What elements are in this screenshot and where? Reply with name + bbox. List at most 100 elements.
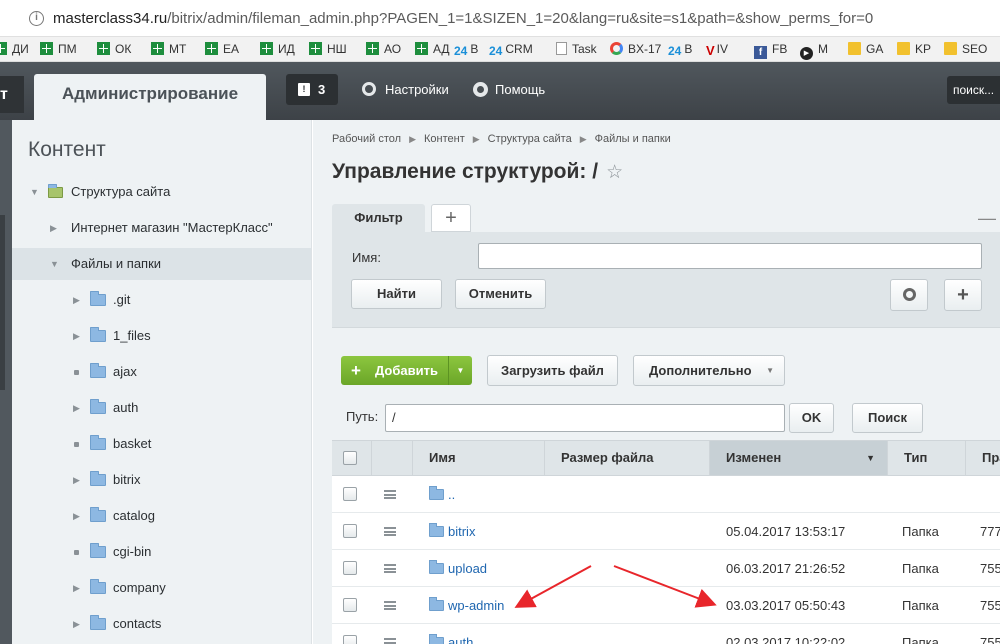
expanded-arrow-icon[interactable]: ▼ <box>30 176 39 208</box>
bookmark-item[interactable]: МТ <box>151 41 186 58</box>
sidebar-item-files-folders[interactable]: ▼ Файлы и папки <box>12 248 311 280</box>
filter-settings-button[interactable] <box>890 279 928 311</box>
sidebar-item-folder[interactable]: ▶ company <box>12 572 311 604</box>
bookmark-item[interactable]: ДИ <box>0 41 29 58</box>
select-all-checkbox[interactable] <box>343 451 357 465</box>
row-menu-icon[interactable] <box>384 601 396 610</box>
row-menu-icon[interactable] <box>384 638 396 644</box>
add-dropdown-arrow-icon[interactable]: ▼ <box>448 356 472 385</box>
bookmark-item[interactable]: ▶ M <box>800 41 828 60</box>
row-checkbox[interactable] <box>343 598 357 612</box>
bookmark-item[interactable]: 24 CRM <box>489 41 533 58</box>
notifications-button[interactable]: ! 3 <box>286 74 338 105</box>
column-name[interactable]: Имя <box>412 441 544 475</box>
help-link[interactable]: Помощь <box>473 82 545 97</box>
google-icon <box>610 42 623 55</box>
breadcrumb-item[interactable]: Структура сайта <box>488 133 572 145</box>
breadcrumb-item[interactable]: Файлы и папки <box>595 133 671 145</box>
address-bar[interactable]: i masterclass34.ru/bitrix/admin/fileman_… <box>0 0 1000 37</box>
sidebar-item-folder[interactable]: ▶ auth <box>12 392 311 424</box>
bookmark-item[interactable]: 24 В <box>668 41 692 58</box>
table-row[interactable]: .. <box>332 476 1000 513</box>
expanded-arrow-icon[interactable]: ▼ <box>50 248 59 280</box>
filter-add-button[interactable]: + <box>944 279 982 311</box>
sidebar-item-folder[interactable]: ▶ .git <box>12 284 311 316</box>
upload-file-button[interactable]: Загрузить файл <box>487 355 618 386</box>
collapse-filter-icon[interactable]: — <box>978 208 996 229</box>
bookmark-item[interactable]: GA <box>848 41 883 58</box>
table-row[interactable]: auth 02.03.2017 10:22:02 Папка 755 <box>332 624 1000 644</box>
sidebar-item-folder[interactable]: ▶ 1_files <box>12 320 311 352</box>
file-name-link[interactable]: upload <box>448 550 487 587</box>
tab-site[interactable]: т <box>0 76 24 113</box>
sidebar-item-folder[interactable]: ▶ catalog <box>12 500 311 532</box>
path-input[interactable]: / <box>385 404 785 432</box>
collapsed-arrow-icon[interactable]: ▶ <box>73 464 80 496</box>
add-filter-tab-button[interactable]: + <box>431 204 471 232</box>
find-button[interactable]: Найти <box>351 279 442 309</box>
sidebar-item-folder[interactable]: ▶ contacts <box>12 608 311 640</box>
row-checkbox[interactable] <box>343 561 357 575</box>
bookmark-item[interactable]: V IV <box>706 41 728 58</box>
table-row[interactable]: upload 06.03.2017 21:26:52 Папка 755 <box>332 550 1000 587</box>
add-button[interactable]: + Добавить ▼ <box>341 356 472 385</box>
collapsed-arrow-icon[interactable]: ▶ <box>73 320 80 352</box>
bookmark-item[interactable]: АД <box>415 41 450 58</box>
breadcrumb-item[interactable]: Рабочий стол <box>332 133 401 145</box>
tab-filter[interactable]: Фильтр <box>332 204 425 234</box>
url-text[interactable]: masterclass34.ru/bitrix/admin/fileman_ad… <box>53 10 873 27</box>
file-name-link[interactable]: wp-admin <box>448 587 504 624</box>
filter-name-input[interactable] <box>478 243 982 269</box>
file-name-link[interactable]: .. <box>448 476 455 513</box>
breadcrumb-item[interactable]: Контент <box>424 133 465 145</box>
bookmark-item[interactable]: НШ <box>309 41 347 58</box>
bookmark-item[interactable]: f FB <box>754 41 787 59</box>
bookmark-item[interactable]: ОК <box>97 41 131 58</box>
sidebar-item-folder[interactable]: cgi-bin <box>12 536 311 568</box>
row-menu-icon[interactable] <box>384 527 396 536</box>
ok-button[interactable]: OK <box>789 403 834 433</box>
table-row[interactable]: wp-admin 03.03.2017 05:50:43 Папка 755 <box>332 587 1000 624</box>
tab-administration[interactable]: Администрирование <box>34 74 266 120</box>
bookmark-item[interactable]: ИД <box>260 41 295 58</box>
file-name-link[interactable]: bitrix <box>448 513 475 550</box>
collapsed-arrow-icon[interactable]: ▶ <box>50 212 57 244</box>
admin-search-input[interactable]: поиск... <box>947 76 1000 104</box>
bookmark-item[interactable]: Task <box>556 41 597 58</box>
sidebar-item-folder[interactable]: basket <box>12 428 311 460</box>
row-checkbox[interactable] <box>343 524 357 538</box>
more-actions-button[interactable]: Дополнительно ▼ <box>633 355 785 386</box>
row-checkbox[interactable] <box>343 487 357 501</box>
bookmark-item[interactable]: BX-17 <box>610 41 661 58</box>
row-checkbox[interactable] <box>343 635 357 644</box>
sidebar-item-folder[interactable]: ajax <box>12 356 311 388</box>
admin-topbar: т Администрирование ! 3 Настройки Помощь… <box>0 62 1000 120</box>
favorite-star-icon[interactable]: ☆ <box>606 162 623 183</box>
site-info-icon[interactable]: i <box>29 11 44 26</box>
sidebar-item-shop[interactable]: ▶ Интернет магазин "МастерКласс" <box>12 212 311 244</box>
collapsed-arrow-icon[interactable]: ▶ <box>73 608 80 640</box>
column-type[interactable]: Тип <box>887 441 965 475</box>
column-size[interactable]: Размер файла <box>544 441 709 475</box>
bookmark-item[interactable]: ЕА <box>205 41 239 58</box>
table-row[interactable]: bitrix 05.04.2017 13:53:17 Папка 777 <box>332 513 1000 550</box>
bookmark-item[interactable]: АО <box>366 41 401 58</box>
search-button[interactable]: Поиск <box>852 403 923 433</box>
settings-link[interactable]: Настройки <box>362 82 449 97</box>
row-menu-icon[interactable] <box>384 564 396 573</box>
sidebar-item-site-structure[interactable]: ▼ Структура сайта <box>12 176 311 208</box>
file-name-link[interactable]: auth <box>448 624 473 644</box>
bookmark-item[interactable]: 24 В <box>454 41 478 58</box>
row-menu-icon[interactable] <box>384 490 396 499</box>
bookmark-item[interactable]: KP <box>897 41 931 58</box>
collapsed-arrow-icon[interactable]: ▶ <box>73 572 80 604</box>
collapsed-arrow-icon[interactable]: ▶ <box>73 284 80 316</box>
collapsed-arrow-icon[interactable]: ▶ <box>73 500 80 532</box>
collapsed-arrow-icon[interactable]: ▶ <box>73 392 80 424</box>
column-permissions[interactable]: Пра <box>965 441 1000 475</box>
bookmark-item[interactable]: ПМ <box>40 41 77 58</box>
bookmark-item[interactable]: SEO <box>944 41 987 58</box>
cancel-button[interactable]: Отменить <box>455 279 546 309</box>
column-modified[interactable]: Изменен ▼ <box>709 441 887 475</box>
sidebar-item-folder[interactable]: ▶ bitrix <box>12 464 311 496</box>
